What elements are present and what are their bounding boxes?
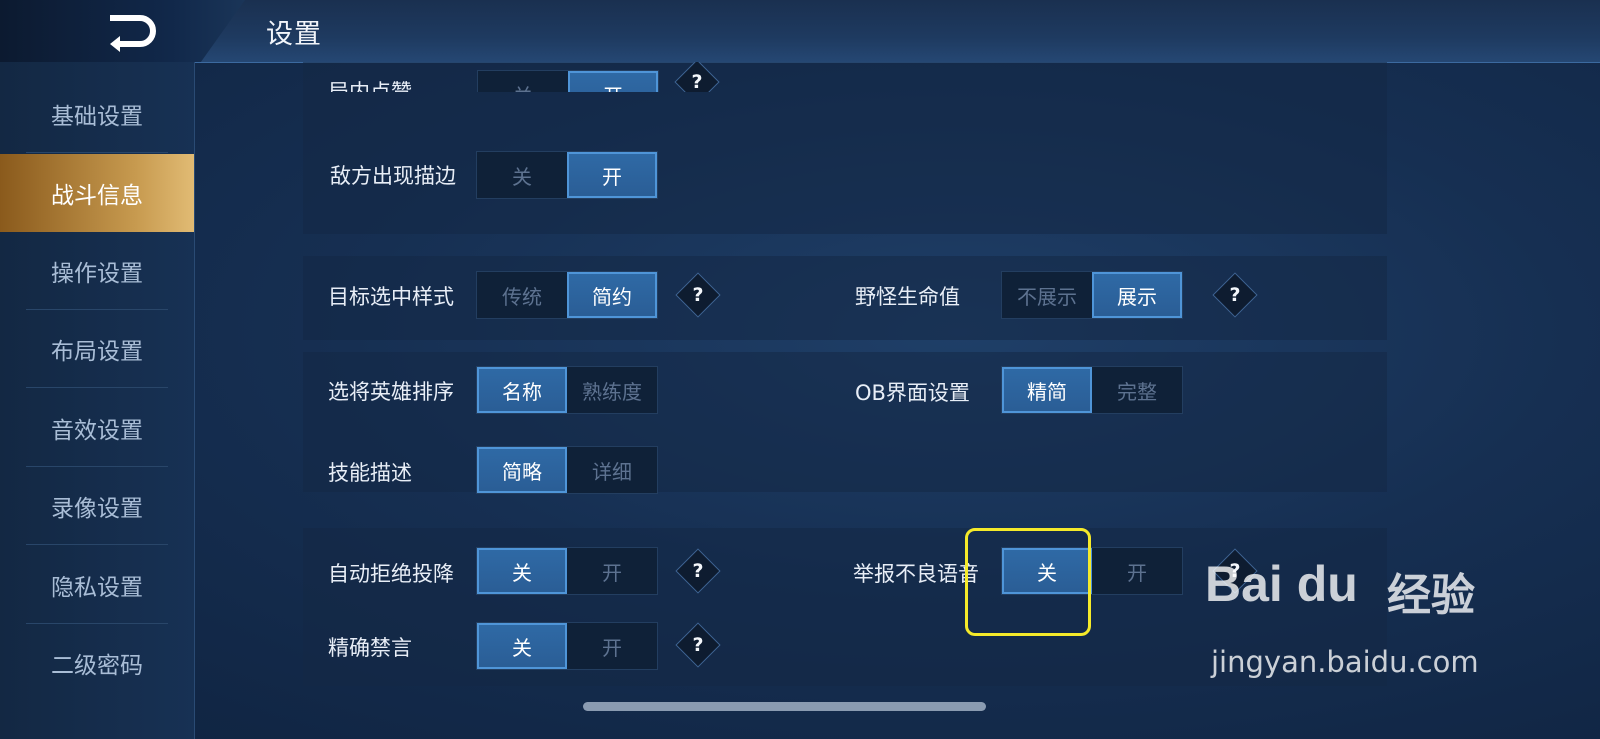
watermark-url: jingyan.baidu.com — [1211, 645, 1479, 679]
option-on[interactable]: 开 — [1092, 548, 1182, 594]
toggle-skill-desc: 简略 详细 — [476, 446, 658, 494]
setting-label: 选将英雄排序 — [328, 380, 454, 404]
setting-label: 举报不良语音 — [853, 562, 979, 586]
back-arrow-icon — [110, 15, 156, 52]
toggle-precise-mute: 关 开 — [476, 622, 658, 670]
option-off[interactable]: 关 — [478, 71, 568, 93]
sidebar-item-label: 录像设置 — [51, 496, 143, 522]
option-hide[interactable]: 不展示 — [1002, 272, 1092, 318]
toggle-monster-hp: 不展示 展示 — [1001, 271, 1183, 319]
toggle-ob-ui: 精简 完整 — [1001, 366, 1183, 414]
toggle-hero-sort: 名称 熟练度 — [476, 366, 658, 414]
option-on[interactable]: 开 — [567, 152, 657, 198]
sidebar-item-label: 基础设置 — [51, 104, 143, 130]
sidebar-item-secondary-password[interactable]: 二级密码 — [0, 624, 194, 702]
setting-label: 自动拒绝投降 — [328, 562, 454, 586]
top-bar: 设置 — [0, 0, 1600, 63]
toggle-enemy-outline: 关 开 — [476, 151, 658, 199]
home-indicator[interactable] — [583, 702, 986, 711]
setting-row-in-match-like: 局内点赞 关 开 ? — [303, 62, 1387, 92]
sidebar-item-basic[interactable]: 基础设置 — [0, 75, 194, 153]
sidebar-item-label: 战斗信息 — [51, 183, 143, 209]
option-on[interactable]: 开 — [567, 623, 657, 669]
option-on[interactable]: 开 — [567, 548, 657, 594]
sidebar-item-layout[interactable]: 布局设置 — [0, 310, 194, 388]
option-off[interactable]: 关 — [477, 152, 567, 198]
option-full[interactable]: 完整 — [1092, 367, 1182, 413]
option-proficiency[interactable]: 熟练度 — [567, 367, 657, 413]
setting-label: 技能描述 — [328, 461, 412, 485]
option-off[interactable]: 关 — [477, 623, 567, 669]
sidebar-item-audio[interactable]: 音效设置 — [0, 389, 194, 467]
option-show[interactable]: 展示 — [1092, 272, 1182, 318]
setting-label: 敌方出现描边 — [330, 164, 456, 188]
setting-label: 局内点赞 — [328, 80, 412, 92]
option-detailed[interactable]: 详细 — [567, 447, 657, 493]
help-icon[interactable]: ? — [674, 62, 720, 92]
sidebar-item-label: 隐私设置 — [51, 575, 143, 601]
sidebar-item-privacy[interactable]: 隐私设置 — [0, 546, 194, 624]
option-name[interactable]: 名称 — [477, 367, 567, 413]
option-simple[interactable]: 简约 — [567, 272, 657, 318]
option-off[interactable]: 关 — [477, 548, 567, 594]
toggle-in-match-like: 关 开 — [477, 70, 659, 92]
page-title: 设置 — [266, 19, 322, 50]
option-classic[interactable]: 传统 — [477, 272, 567, 318]
annotation-highlight-box — [965, 528, 1091, 636]
setting-label: 野怪生命值 — [855, 285, 960, 309]
sidebar-item-replay[interactable]: 录像设置 — [0, 467, 194, 545]
sidebar-item-label: 操作设置 — [51, 261, 143, 287]
settings-group-sort — [303, 352, 1387, 492]
sidebar-item-label: 布局设置 — [51, 339, 143, 365]
sidebar-item-battle-info[interactable]: 战斗信息 — [0, 154, 194, 232]
toggle-target-style: 传统 简约 — [476, 271, 658, 319]
option-on[interactable]: 开 — [568, 71, 658, 92]
sidebar: 基础设置 战斗信息 操作设置 布局设置 音效设置 录像设置 隐私设置 二级密码 — [0, 62, 195, 739]
setting-label: 精确禁言 — [328, 636, 412, 660]
toggle-auto-reject-surrender: 关 开 — [476, 547, 658, 595]
back-button[interactable] — [0, 0, 245, 62]
sidebar-item-controls[interactable]: 操作设置 — [0, 232, 194, 310]
setting-label: 目标选中样式 — [328, 285, 454, 309]
sidebar-item-label: 音效设置 — [51, 418, 143, 444]
watermark-logo: Bai du — [1205, 556, 1358, 612]
sidebar-item-label: 二级密码 — [51, 653, 143, 679]
watermark-suffix: 经验 — [1387, 570, 1475, 621]
setting-label: OB界面设置 — [855, 381, 970, 405]
option-brief[interactable]: 简略 — [477, 447, 567, 493]
option-compact[interactable]: 精简 — [1002, 367, 1092, 413]
